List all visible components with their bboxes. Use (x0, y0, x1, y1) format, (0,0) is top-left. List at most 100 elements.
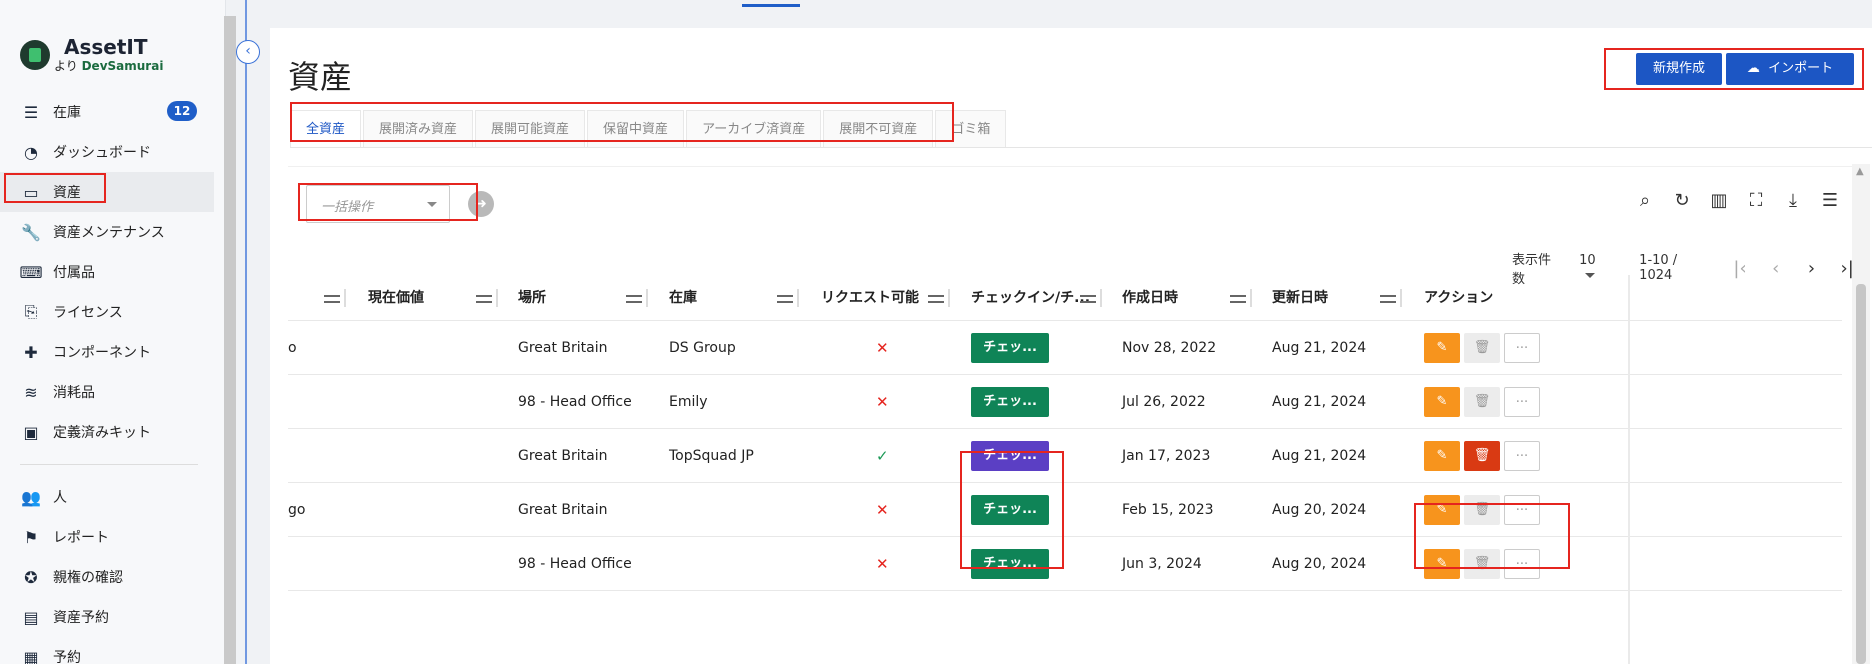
checkout-button[interactable]: チェッ... (971, 333, 1049, 363)
column-menu-icon[interactable] (1080, 295, 1096, 303)
column-divider[interactable] (948, 289, 951, 307)
search-icon[interactable]: ⌕ (1635, 191, 1655, 211)
edit-icon[interactable]: ✎ (1424, 441, 1460, 471)
download-icon[interactable]: ⤓ (1783, 191, 1803, 211)
sidebar-item-dashboard[interactable]: ◔ ダッシュボード (0, 132, 214, 172)
assets-table-panel: 一括操作 ➜ ⌕ ↻ ▥ ⛶ ⤓ ☰ 表示件数 10 1-10 / 1024 |… (288, 166, 1856, 664)
sidebar-item-reports[interactable]: ⚑ レポート (0, 517, 214, 557)
column-header-created[interactable]: 作成日時 (1122, 275, 1178, 321)
brand[interactable]: AssetIT より DevSamurai (20, 36, 163, 74)
sidebar-item-kits[interactable]: ▣ 定義済みキット (0, 412, 214, 452)
collapse-sidebar-button[interactable]: ‹ (236, 40, 260, 64)
tab-pending[interactable]: 保留中資産 (587, 110, 685, 147)
column-divider[interactable] (797, 289, 800, 307)
import-button[interactable]: ☁ インポート (1726, 53, 1854, 85)
trash-icon[interactable]: 🗑 (1464, 387, 1500, 417)
sidebar-item-asset-reservations[interactable]: ▤ 資産予約 (0, 597, 214, 637)
requestable-no-icon: ✕ (876, 393, 889, 411)
sidebar-item-consumables[interactable]: ≋ 消耗品 (0, 372, 214, 412)
scroll-up-icon[interactable]: ▲ (1856, 166, 1864, 177)
checkout-button[interactable]: チェッ... (971, 549, 1049, 579)
tab-deployed[interactable]: 展開済み資産 (363, 110, 474, 147)
cell-stock: DS Group (669, 340, 736, 356)
column-divider[interactable] (1100, 289, 1103, 307)
table-row[interactable]: 98 - Head Office Emily ✕ チェッ... Jul 26, … (288, 375, 1842, 429)
bulk-actions-select[interactable]: 一括操作 (306, 185, 450, 223)
calendar-icon: ▦ (23, 647, 39, 664)
brand-logo (20, 40, 50, 70)
column-menu-icon[interactable] (928, 295, 944, 303)
sidebar-item-maintenance[interactable]: 🔧 資産メンテナンス (0, 212, 214, 252)
main-panel: 資産 新規作成 ☁ インポート 全資産 展開済み資産 展開可能資産 保留中資産 … (270, 28, 1872, 664)
table-row[interactable]: Great Britain TopSquad JP ✓ チェッ... Jan 1… (288, 429, 1842, 483)
more-icon[interactable]: ··· (1504, 549, 1540, 579)
scrollbar-thumb[interactable] (1856, 284, 1866, 664)
sidebar-scrollbar[interactable] (224, 16, 236, 664)
vertical-scrollbar[interactable]: ▲ (1852, 164, 1870, 664)
gauge-icon: ◔ (24, 142, 38, 162)
checkout-button[interactable]: チェッ... (971, 495, 1049, 525)
tab-trash[interactable]: ゴミ箱 (935, 110, 1007, 147)
column-divider[interactable] (1250, 289, 1253, 307)
sidebar-item-accessories[interactable]: ⌨ 付属品 (0, 252, 214, 292)
column-menu-icon[interactable] (324, 295, 340, 303)
requestable-no-icon: ✕ (876, 339, 889, 357)
fullscreen-icon[interactable]: ⛶ (1746, 191, 1766, 211)
trash-icon[interactable]: 🗑 (1464, 333, 1500, 363)
column-menu-icon[interactable] (476, 295, 492, 303)
sliders-icon: ☰ (23, 102, 39, 122)
cell-location: 98 - Head Office (518, 394, 632, 410)
edit-icon[interactable]: ✎ (1424, 333, 1460, 363)
tab-all-assets[interactable]: 全資産 (290, 110, 362, 147)
edit-icon[interactable]: ✎ (1424, 495, 1460, 525)
table-row[interactable]: 98 - Head Office ✕ チェッ... Jun 3, 2024 Au… (288, 537, 1842, 591)
column-menu-icon[interactable] (1380, 295, 1396, 303)
more-icon[interactable]: ··· (1504, 495, 1540, 525)
sidebar-item-inventory[interactable]: ☰ 在庫 12 (0, 92, 214, 132)
checkout-button[interactable]: チェッ... (971, 387, 1049, 417)
column-divider[interactable] (496, 289, 499, 307)
column-divider[interactable] (1400, 289, 1403, 307)
tab-archived[interactable]: アーカイブ済資産 (686, 110, 822, 147)
checkin-button[interactable]: チェッ... (971, 441, 1049, 471)
sidebar-item-people[interactable]: 👥 人 (0, 477, 214, 517)
column-menu-icon[interactable] (1230, 295, 1246, 303)
page-title: 資産 (288, 58, 353, 96)
filter-icon[interactable]: ☰ (1820, 191, 1840, 211)
bulk-go-button[interactable]: ➜ (468, 191, 494, 217)
columns-icon[interactable]: ▥ (1709, 191, 1729, 211)
table-row[interactable]: go Great Britain ✕ チェッ... Feb 15, 2023 A… (288, 483, 1842, 537)
trash-icon[interactable]: 🗑 (1464, 549, 1500, 579)
tab-undeployable[interactable]: 展開不可資産 (823, 110, 934, 147)
column-header-current-value[interactable]: 現在価値 (368, 275, 424, 321)
more-icon[interactable]: ··· (1504, 333, 1540, 363)
sidebar-item-licenses[interactable]: ⎘ ライセンス (0, 292, 214, 332)
sidebar-item-custody[interactable]: ✪ 親権の確認 (0, 557, 214, 597)
sidebar-item-assets[interactable]: ▭ 資産 (0, 172, 214, 212)
table-toolbar: ⌕ ↻ ▥ ⛶ ⤓ ☰ (1618, 191, 1840, 211)
more-icon[interactable]: ··· (1504, 441, 1540, 471)
column-divider[interactable] (646, 289, 649, 307)
cell-name: go (288, 502, 306, 518)
column-header-checkin[interactable]: チェックイン/チ... (971, 275, 1090, 321)
column-header-location[interactable]: 場所 (518, 275, 546, 321)
column-header-stock[interactable]: 在庫 (669, 275, 697, 321)
new-button[interactable]: 新規作成 (1636, 53, 1722, 85)
column-header-requestable[interactable]: リクエスト可能 (821, 275, 919, 321)
column-header-updated[interactable]: 更新日時 (1272, 275, 1328, 321)
edit-icon[interactable]: ✎ (1424, 549, 1460, 579)
wrench-icon: 🔧 (21, 222, 41, 242)
sidebar-item-reservations[interactable]: ▦ 予約 (0, 637, 214, 664)
tab-deployable[interactable]: 展開可能資産 (475, 110, 586, 147)
edit-icon[interactable]: ✎ (1424, 387, 1460, 417)
more-icon[interactable]: ··· (1504, 387, 1540, 417)
trash-icon[interactable]: 🗑 (1464, 441, 1500, 471)
column-menu-icon[interactable] (626, 295, 642, 303)
table-row[interactable]: o Great Britain DS Group ✕ チェッ... Nov 28… (288, 321, 1842, 375)
sidebar-item-components[interactable]: ✚ コンポーネント (0, 332, 214, 372)
trash-icon[interactable]: 🗑 (1464, 495, 1500, 525)
refresh-icon[interactable]: ↻ (1672, 191, 1692, 211)
column-divider[interactable] (344, 289, 347, 307)
badge-check-icon: ✪ (24, 567, 38, 587)
column-menu-icon[interactable] (777, 295, 793, 303)
